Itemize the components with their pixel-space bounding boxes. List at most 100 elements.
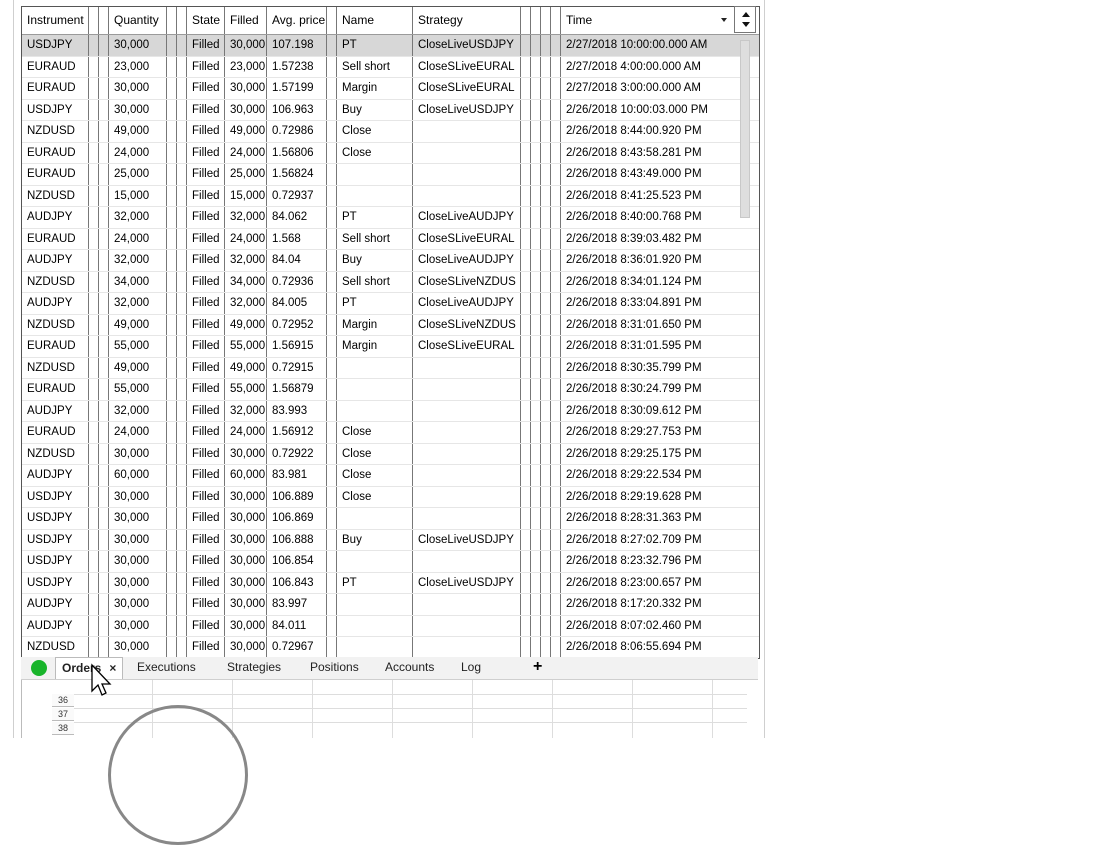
cell-filled: 30,000 [225, 443, 267, 464]
cell-instrument: EURAUD [22, 228, 89, 249]
tab-positions[interactable]: Positions [304, 657, 365, 679]
cell-time: 2/27/2018 10:00:00.000 AM [566, 39, 708, 51]
table-row[interactable]: USDJPY 30,000 Filled 30,000 106.963 Buy CloseL… [22, 99, 759, 121]
tab-accounts[interactable]: Accounts [379, 657, 440, 679]
cell-name [337, 594, 413, 615]
table-row[interactable]: AUDJPY 32,000 Filled 32,000 84.062 PT CloseLiv… [22, 207, 759, 229]
table-row[interactable]: EURAUD 25,000 Filled 25,000 1.56824 2/26/2018… [22, 164, 759, 186]
col-blank-header-6[interactable] [521, 7, 531, 34]
cell-filled: 30,000 [225, 572, 267, 593]
table-row[interactable]: NZDUSD 49,000 Filled 49,000 0.72915 2/26/2018… [22, 357, 759, 379]
sort-dropdown-icon[interactable] [721, 18, 727, 22]
cell-strategy [413, 486, 521, 507]
cell-blank [89, 142, 99, 163]
cell-blank [167, 594, 177, 615]
cell-state: Filled [187, 357, 225, 378]
col-state-header[interactable]: State [187, 7, 225, 34]
table-row[interactable]: USDJPY 30,000 Filled 30,000 106.888 Buy CloseL… [22, 529, 759, 551]
col-time-header[interactable]: Time [561, 7, 735, 34]
cell-time: 2/26/2018 8:29:19.628 PM [566, 490, 702, 503]
vertical-scrollbar[interactable] [734, 6, 758, 657]
scroll-up-icon[interactable] [742, 12, 750, 17]
table-row[interactable]: USDJPY 30,000 Filled 30,000 106.843 PT CloseLi… [22, 572, 759, 594]
cell-blank [99, 400, 109, 421]
cell-blank [327, 594, 337, 615]
table-row[interactable]: AUDJPY 30,000 Filled 30,000 83.997 2/26/2018 … [22, 594, 759, 616]
cell-blank [177, 572, 187, 593]
cell-state: Filled [187, 314, 225, 335]
cell-blank [99, 637, 109, 658]
cell-blank [551, 121, 561, 142]
col-blank-header-2[interactable] [99, 7, 109, 34]
table-row[interactable]: EURAUD 55,000 Filled 55,000 1.56915 Margin Clo… [22, 336, 759, 358]
cell-filled: 32,000 [225, 400, 267, 421]
table-row[interactable]: NZDUSD 49,000 Filled 49,000 0.72952 Margin Clo… [22, 314, 759, 336]
cell-blank [327, 422, 337, 443]
scroll-spinner[interactable] [734, 6, 756, 33]
tab-executions[interactable]: Executions [131, 657, 202, 679]
table-row[interactable]: NZDUSD 30,000 Filled 30,000 0.72922 Close 2/26… [22, 443, 759, 465]
table-row[interactable]: USDJPY 30,000 Filled 30,000 106.854 2/26/2018… [22, 551, 759, 573]
cell-blank [327, 336, 337, 357]
cell-blank [167, 293, 177, 314]
col-strategy-header[interactable]: Strategy [413, 7, 521, 34]
col-blank-header-8[interactable] [541, 7, 551, 34]
col-instrument-header[interactable]: Instrument [22, 7, 89, 34]
table-row[interactable]: NZDUSD 15,000 Filled 15,000 0.72937 2/26/2018… [22, 185, 759, 207]
scroll-down-icon[interactable] [742, 22, 750, 27]
col-blank-header-9[interactable] [551, 7, 561, 34]
table-row[interactable]: EURAUD 24,000 Filled 24,000 1.56912 Close 2/26… [22, 422, 759, 444]
cell-avg-price: 0.72986 [267, 121, 327, 142]
cell-blank [89, 357, 99, 378]
col-blank-header-4[interactable] [177, 7, 187, 34]
cell-blank [167, 228, 177, 249]
table-row[interactable]: NZDUSD 34,000 Filled 34,000 0.72936 Sell shor… [22, 271, 759, 293]
col-avg-price-header[interactable]: Avg. price [267, 7, 327, 34]
table-row[interactable]: AUDJPY 60,000 Filled 60,000 83.981 Close 2/26/… [22, 465, 759, 487]
table-row[interactable]: AUDJPY 32,000 Filled 32,000 84.04 Buy CloseLiv… [22, 250, 759, 272]
tab-log[interactable]: Log [455, 657, 487, 679]
table-row[interactable]: EURAUD 23,000 Filled 23,000 1.57238 Sell shor… [22, 56, 759, 78]
cell-blank [89, 336, 99, 357]
cell-name: Sell short [337, 228, 413, 249]
cell-blank [551, 164, 561, 185]
col-blank-header-7[interactable] [531, 7, 541, 34]
table-row[interactable]: USDJPY 30,000 Filled 30,000 106.869 2/26/2018… [22, 508, 759, 530]
table-row[interactable]: USDJPY 30,000 Filled 30,000 107.198 PT CloseLi… [22, 35, 759, 57]
table-row[interactable]: EURAUD 30,000 Filled 30,000 1.57199 Margin Clo… [22, 78, 759, 100]
col-name-header[interactable]: Name [337, 7, 413, 34]
cell-blank [551, 379, 561, 400]
col-blank-header-1[interactable] [89, 7, 99, 34]
table-row[interactable]: USDJPY 30,000 Filled 30,000 106.889 Close 2/26… [22, 486, 759, 508]
table-row[interactable]: AUDJPY 32,000 Filled 32,000 84.005 PT CloseLiv… [22, 293, 759, 315]
cell-blank [521, 379, 531, 400]
table-row[interactable]: EURAUD 55,000 Filled 55,000 1.56879 2/26/2018… [22, 379, 759, 401]
cell-blank [89, 35, 99, 56]
col-blank-header-5[interactable] [327, 7, 337, 34]
cell-instrument: USDJPY [22, 551, 89, 572]
table-row[interactable]: AUDJPY 32,000 Filled 32,000 83.993 2/26/2018 … [22, 400, 759, 422]
cell-blank [531, 56, 541, 77]
cell-avg-price: 1.56806 [267, 142, 327, 163]
add-tab-icon[interactable]: + [533, 657, 542, 677]
tab-strategies[interactable]: Strategies [221, 657, 287, 679]
cell-blank [521, 572, 531, 593]
cell-blank [99, 142, 109, 163]
cell-filled: 24,000 [225, 228, 267, 249]
scrollbar-thumb[interactable] [740, 40, 750, 218]
col-filled-header[interactable]: Filled [225, 7, 267, 34]
cell-blank [167, 314, 177, 335]
table-row[interactable]: NZDUSD 30,000 Filled 30,000 0.72967 2/26/2018… [22, 637, 759, 658]
table-row[interactable]: EURAUD 24,000 Filled 24,000 1.56806 Close 2/26… [22, 142, 759, 164]
cell-strategy [413, 465, 521, 486]
cell-blank [551, 486, 561, 507]
cell-blank [89, 486, 99, 507]
table-row[interactable]: AUDJPY 30,000 Filled 30,000 84.011 2/26/2018 … [22, 615, 759, 637]
cell-filled: 60,000 [225, 465, 267, 486]
table-row[interactable]: EURAUD 24,000 Filled 24,000 1.568 Sell short C… [22, 228, 759, 250]
col-quantity-header[interactable]: Quantity [109, 7, 167, 34]
table-row[interactable]: NZDUSD 49,000 Filled 49,000 0.72986 Close 2/26… [22, 121, 759, 143]
cell-strategy [413, 185, 521, 206]
col-blank-header-3[interactable] [167, 7, 177, 34]
cell-quantity: 32,000 [109, 207, 167, 228]
